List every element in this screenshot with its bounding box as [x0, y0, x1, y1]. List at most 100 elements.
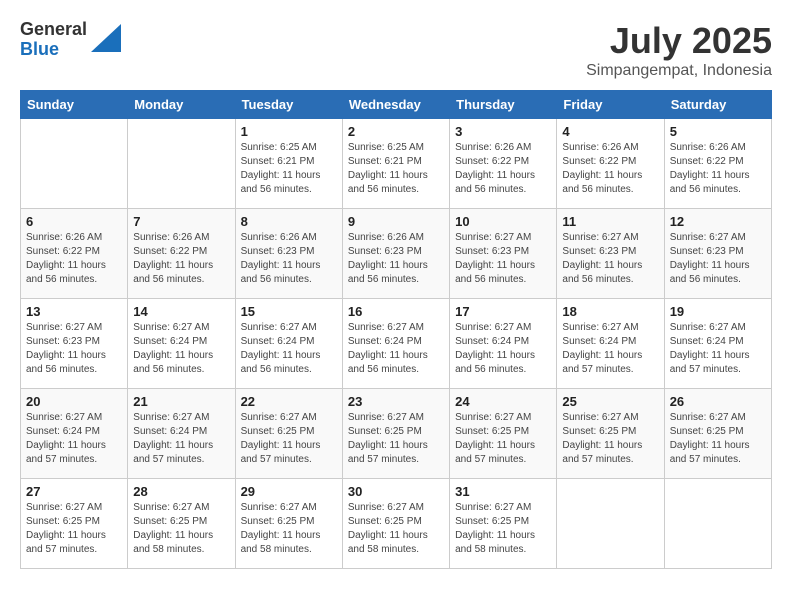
day-info: Sunrise: 6:27 AM Sunset: 6:25 PM Dayligh… — [562, 411, 658, 467]
calendar-day-cell: 31 Sunrise: 6:27 AM Sunset: 6:25 PM Dayli… — [450, 479, 557, 569]
day-info: Sunrise: 6:27 AM Sunset: 6:25 PM Dayligh… — [348, 501, 444, 557]
day-number: 7 — [133, 214, 229, 229]
day-number: 3 — [455, 124, 551, 139]
calendar-day-cell: 9 Sunrise: 6:26 AM Sunset: 6:23 PM Daylig… — [342, 209, 449, 299]
logo-icon — [91, 24, 121, 52]
calendar-day-cell: 7 Sunrise: 6:26 AM Sunset: 6:22 PM Daylig… — [128, 209, 235, 299]
calendar-day-cell: 10 Sunrise: 6:27 AM Sunset: 6:23 PM Dayli… — [450, 209, 557, 299]
day-number: 2 — [348, 124, 444, 139]
calendar-week-2: 6 Sunrise: 6:26 AM Sunset: 6:22 PM Daylig… — [21, 209, 772, 299]
calendar-day-cell: 24Sunrise: 6:27 AM Sunset: 6:25 PM Dayli… — [450, 389, 557, 479]
logo-blue: Blue — [20, 40, 87, 60]
day-info: Sunrise: 6:26 AM Sunset: 6:22 PM Dayligh… — [670, 141, 766, 197]
day-number: 5 — [670, 124, 766, 139]
day-number: 13 — [26, 304, 122, 319]
calendar-day-cell: 22Sunrise: 6:27 AM Sunset: 6:25 PM Dayli… — [235, 389, 342, 479]
day-number: 22 — [241, 394, 337, 409]
day-info: Sunrise: 6:27 AM Sunset: 6:25 PM Dayligh… — [670, 411, 766, 467]
page-header: General Blue July 2025 Simpangempat, Ind… — [20, 20, 772, 80]
calendar-day-cell: 20Sunrise: 6:27 AM Sunset: 6:24 PM Dayli… — [21, 389, 128, 479]
day-number: 11 — [562, 214, 658, 229]
day-info: Sunrise: 6:27 AM Sunset: 6:25 PM Dayligh… — [241, 501, 337, 557]
day-info: Sunrise: 6:26 AM Sunset: 6:22 PM Dayligh… — [562, 141, 658, 197]
logo-general: General — [20, 20, 87, 40]
calendar-day-cell: 15Sunrise: 6:27 AM Sunset: 6:24 PM Dayli… — [235, 299, 342, 389]
day-info: Sunrise: 6:27 AM Sunset: 6:24 PM Dayligh… — [241, 321, 337, 377]
day-info: Sunrise: 6:27 AM Sunset: 6:24 PM Dayligh… — [562, 321, 658, 377]
day-info: Sunrise: 6:27 AM Sunset: 6:25 PM Dayligh… — [455, 501, 551, 557]
calendar-day-cell: 23 Sunrise: 6:27 AM Sunset: 6:25 PM Dayli… — [342, 389, 449, 479]
calendar-day-cell: 16Sunrise: 6:27 AM Sunset: 6:24 PM Dayli… — [342, 299, 449, 389]
day-info: Sunrise: 6:27 AM Sunset: 6:24 PM Dayligh… — [133, 321, 229, 377]
day-info: Sunrise: 6:27 AM Sunset: 6:25 PM Dayligh… — [348, 411, 444, 467]
calendar-day-cell: 5 Sunrise: 6:26 AM Sunset: 6:22 PM Daylig… — [664, 119, 771, 209]
day-number: 17 — [455, 304, 551, 319]
day-info: Sunrise: 6:27 AM Sunset: 6:24 PM Dayligh… — [670, 321, 766, 377]
day-info: Sunrise: 6:27 AM Sunset: 6:23 PM Dayligh… — [670, 231, 766, 287]
calendar-day-cell: 4 Sunrise: 6:26 AM Sunset: 6:22 PM Daylig… — [557, 119, 664, 209]
day-info: Sunrise: 6:27 AM Sunset: 6:23 PM Dayligh… — [562, 231, 658, 287]
day-number: 30 — [348, 484, 444, 499]
day-number: 1 — [241, 124, 337, 139]
logo: General Blue — [20, 20, 121, 60]
weekday-header-sunday: Sunday — [21, 91, 128, 119]
calendar-day-cell: 19 Sunrise: 6:27 AM Sunset: 6:24 PM Dayli… — [664, 299, 771, 389]
day-number: 18 — [562, 304, 658, 319]
day-number: 16 — [348, 304, 444, 319]
calendar-day-cell: 27Sunrise: 6:27 AM Sunset: 6:25 PM Dayli… — [21, 479, 128, 569]
calendar-day-cell — [664, 479, 771, 569]
day-info: Sunrise: 6:27 AM Sunset: 6:24 PM Dayligh… — [455, 321, 551, 377]
day-number: 8 — [241, 214, 337, 229]
day-number: 27 — [26, 484, 122, 499]
calendar-day-cell: 26Sunrise: 6:27 AM Sunset: 6:25 PM Dayli… — [664, 389, 771, 479]
month-year-title: July 2025 — [586, 20, 772, 62]
day-number: 24 — [455, 394, 551, 409]
calendar-day-cell — [21, 119, 128, 209]
day-number: 19 — [670, 304, 766, 319]
calendar-day-cell: 14 Sunrise: 6:27 AM Sunset: 6:24 PM Dayli… — [128, 299, 235, 389]
calendar-day-cell: 3 Sunrise: 6:26 AM Sunset: 6:22 PM Daylig… — [450, 119, 557, 209]
calendar-week-4: 20 Sunrise: 6:27 AM Sunset: 6:24 PM Dayli… — [21, 389, 772, 479]
calendar-day-cell: 6 Sunrise: 6:26 AM Sunset: 6:22 PM Daylig… — [21, 209, 128, 299]
day-info: Sunrise: 6:27 AM Sunset: 6:23 PM Dayligh… — [26, 321, 122, 377]
calendar-day-cell: 2 Sunrise: 6:25 AM Sunset: 6:21 PM Daylig… — [342, 119, 449, 209]
day-info: Sunrise: 6:25 AM Sunset: 6:21 PM Dayligh… — [241, 141, 337, 197]
calendar-week-3: 13 Sunrise: 6:27 AM Sunset: 6:23 PM Dayli… — [21, 299, 772, 389]
calendar-day-cell: 11 Sunrise: 6:27 AM Sunset: 6:23 PM Dayli… — [557, 209, 664, 299]
day-info: Sunrise: 6:26 AM Sunset: 6:22 PM Dayligh… — [455, 141, 551, 197]
day-number: 21 — [133, 394, 229, 409]
day-number: 20 — [26, 394, 122, 409]
location-subtitle: Simpangempat, Indonesia — [586, 62, 772, 80]
day-info: Sunrise: 6:26 AM Sunset: 6:22 PM Dayligh… — [133, 231, 229, 287]
day-number: 29 — [241, 484, 337, 499]
day-number: 28 — [133, 484, 229, 499]
weekday-header-monday: Monday — [128, 91, 235, 119]
day-number: 12 — [670, 214, 766, 229]
calendar-day-cell: 17 Sunrise: 6:27 AM Sunset: 6:24 PM Dayli… — [450, 299, 557, 389]
calendar-day-cell: 29 Sunrise: 6:27 AM Sunset: 6:25 PM Dayli… — [235, 479, 342, 569]
calendar-day-cell — [128, 119, 235, 209]
day-number: 31 — [455, 484, 551, 499]
day-number: 14 — [133, 304, 229, 319]
day-info: Sunrise: 6:26 AM Sunset: 6:23 PM Dayligh… — [241, 231, 337, 287]
day-info: Sunrise: 6:27 AM Sunset: 6:23 PM Dayligh… — [455, 231, 551, 287]
calendar-day-cell: 28Sunrise: 6:27 AM Sunset: 6:25 PM Dayli… — [128, 479, 235, 569]
title-block: July 2025 Simpangempat, Indonesia — [586, 20, 772, 80]
day-number: 6 — [26, 214, 122, 229]
day-info: Sunrise: 6:26 AM Sunset: 6:23 PM Dayligh… — [348, 231, 444, 287]
day-number: 4 — [562, 124, 658, 139]
day-info: Sunrise: 6:26 AM Sunset: 6:22 PM Dayligh… — [26, 231, 122, 287]
day-number: 25 — [562, 394, 658, 409]
calendar-week-1: 1 Sunrise: 6:25 AM Sunset: 6:21 PM Daylig… — [21, 119, 772, 209]
day-number: 23 — [348, 394, 444, 409]
weekday-header-row: SundayMondayTuesdayWednesdayThursdayFrid… — [21, 91, 772, 119]
day-number: 10 — [455, 214, 551, 229]
calendar-day-cell: 1 Sunrise: 6:25 AM Sunset: 6:21 PM Daylig… — [235, 119, 342, 209]
calendar-day-cell: 12 Sunrise: 6:27 AM Sunset: 6:23 PM Dayli… — [664, 209, 771, 299]
calendar-day-cell: 30 Sunrise: 6:27 AM Sunset: 6:25 PM Dayli… — [342, 479, 449, 569]
day-info: Sunrise: 6:27 AM Sunset: 6:24 PM Dayligh… — [133, 411, 229, 467]
weekday-header-saturday: Saturday — [664, 91, 771, 119]
day-number: 9 — [348, 214, 444, 229]
day-info: Sunrise: 6:25 AM Sunset: 6:21 PM Dayligh… — [348, 141, 444, 197]
calendar-day-cell: 18 Sunrise: 6:27 AM Sunset: 6:24 PM Dayli… — [557, 299, 664, 389]
